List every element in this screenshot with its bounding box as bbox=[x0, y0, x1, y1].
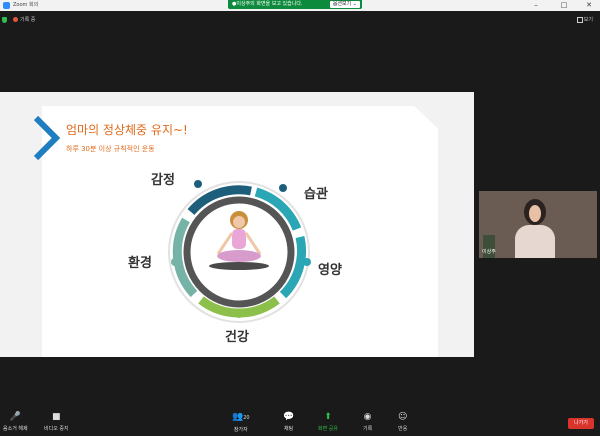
reactions-button[interactable]: ☺ 반응 bbox=[398, 412, 407, 432]
record-button[interactable]: ◉ 기록 bbox=[363, 412, 372, 432]
participant-body bbox=[515, 225, 555, 258]
meeting-toolbar bbox=[0, 409, 600, 436]
view-button[interactable]: 보기 bbox=[576, 16, 593, 23]
label-environment: 환경 bbox=[128, 256, 152, 271]
video-camera-icon: ■ bbox=[52, 412, 61, 422]
view-options-button[interactable]: 옵션보기 ⌄ bbox=[329, 1, 360, 8]
marker-emotion bbox=[194, 180, 202, 188]
leave-button[interactable]: 나가기 bbox=[568, 418, 594, 429]
reactions-label: 반응 bbox=[398, 426, 408, 432]
share-screen-button[interactable]: ⬆ 화면 공유 bbox=[318, 412, 338, 432]
participant-name: 이상주 bbox=[482, 249, 496, 255]
chevron-icon bbox=[33, 116, 61, 160]
share-screen-label: 화면 공유 bbox=[318, 426, 338, 432]
label-health: 건강 bbox=[225, 330, 249, 345]
minimize-button[interactable]: – bbox=[527, 0, 545, 11]
slide-subtitle: 하루 30분 이상 규칙적인 운동 bbox=[66, 145, 155, 153]
record-label: 기록 bbox=[363, 426, 373, 432]
chat-button[interactable]: 💬 채팅 bbox=[283, 412, 294, 432]
share-screen-icon: ⬆ bbox=[324, 412, 332, 422]
microphone-muted-icon: 🎤 bbox=[9, 412, 21, 422]
participants-label: 참가자 bbox=[233, 427, 248, 433]
slide-title: 엄마의 정상체중 유지~! bbox=[66, 123, 188, 137]
recording-indicator: 기록 중 bbox=[2, 16, 35, 23]
participant-video[interactable]: 이상주 bbox=[479, 191, 597, 258]
chat-bubble-icon: 💬 bbox=[283, 412, 295, 422]
stop-video-button[interactable]: ■ 비디오 중지 bbox=[44, 412, 69, 432]
zoom-logo-icon bbox=[3, 2, 10, 9]
label-habit: 습관 bbox=[304, 187, 328, 202]
share-status-text: ●이상주의 화면을 보고 있습니다. bbox=[232, 1, 303, 7]
participants-icon: 👥20 bbox=[232, 412, 250, 422]
view-label: 보기 bbox=[583, 17, 593, 23]
maximize-button[interactable]: □ bbox=[555, 0, 573, 11]
chat-label: 채팅 bbox=[284, 426, 294, 432]
marker-health bbox=[235, 310, 243, 318]
marker-nutrition bbox=[303, 258, 311, 266]
participant-face bbox=[529, 205, 541, 222]
label-emotion: 감정 bbox=[151, 173, 175, 188]
shield-icon[interactable] bbox=[2, 16, 7, 23]
close-button[interactable]: ✕ bbox=[580, 0, 598, 11]
grid-icon bbox=[576, 16, 583, 23]
screen-share-banner: ●이상주의 화면을 보고 있습니다. 옵션보기 ⌄ bbox=[228, 0, 362, 9]
marker-environment bbox=[171, 258, 179, 266]
participants-count: 20 bbox=[243, 415, 250, 421]
label-nutrition: 영양 bbox=[318, 263, 342, 278]
record-icon: ◉ bbox=[363, 412, 372, 422]
marker-habit bbox=[279, 184, 287, 192]
stop-video-label: 비디오 중지 bbox=[44, 426, 69, 432]
window-title: Zoom 회의 bbox=[13, 2, 39, 8]
participants-button[interactable]: 👥20 참가자 bbox=[232, 412, 250, 433]
unmute-button[interactable]: 🎤 음소거 해제 bbox=[3, 412, 28, 432]
record-dot-icon bbox=[13, 17, 18, 22]
recording-label: 기록 중 bbox=[20, 17, 36, 23]
unmute-label: 음소거 해제 bbox=[3, 426, 28, 432]
emoji-icon: ☺ bbox=[398, 412, 408, 422]
